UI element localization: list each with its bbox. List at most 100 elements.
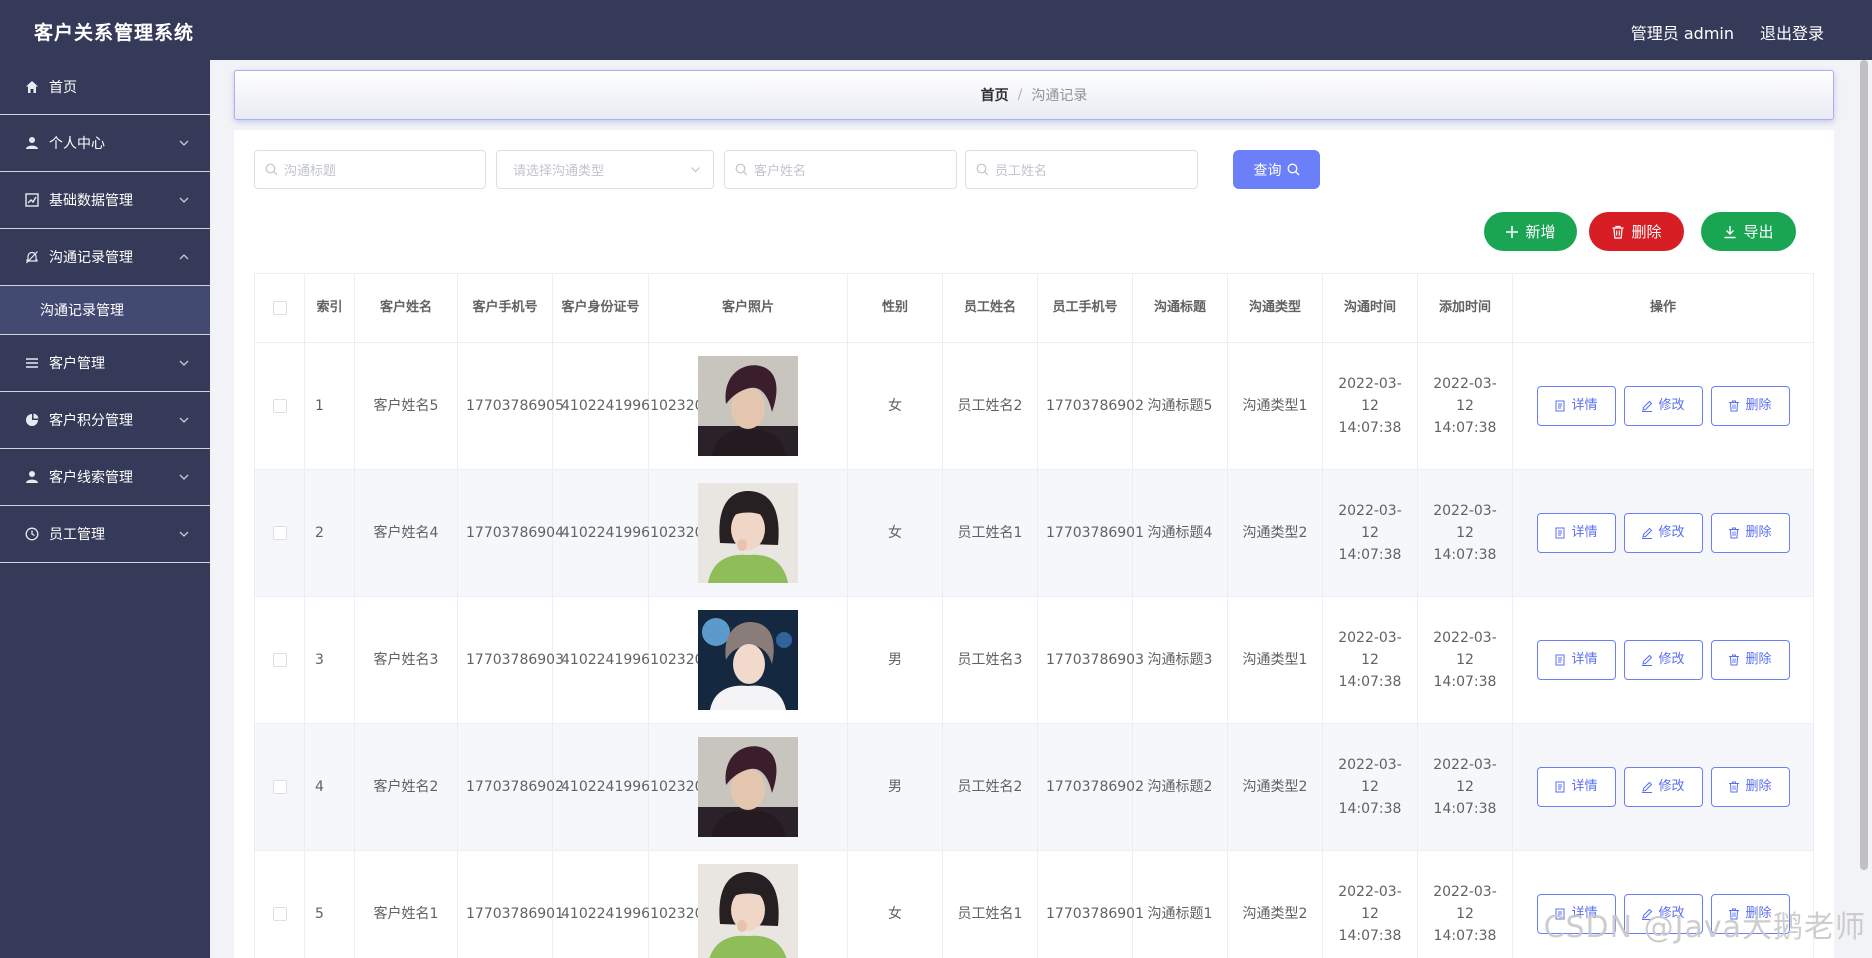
- select-all-cell: [254, 273, 305, 343]
- edit-button[interactable]: 修改: [1623, 640, 1703, 680]
- sidebar-item-label: 首页: [49, 80, 77, 96]
- cell-employee-name: 员工姓名1: [942, 469, 1038, 597]
- cell-type: 沟通类型2: [1227, 723, 1323, 851]
- row-checkbox[interactable]: [272, 399, 287, 413]
- sidebar-item-customer-points[interactable]: 客户积分管理: [0, 392, 210, 449]
- delete-button-label: 删除: [1745, 525, 1772, 540]
- row-select-cell: [254, 342, 305, 470]
- photo-person-blue-stage[interactable]: [698, 610, 798, 710]
- delete-button-label: 删除: [1745, 652, 1772, 667]
- sidebar-item-personal-center[interactable]: 个人中心: [0, 115, 210, 172]
- trash-icon: [1729, 527, 1740, 539]
- cell-comm-time: 2022-03-12 14:07:38: [1322, 342, 1418, 470]
- vertical-scrollbar[interactable]: [1860, 60, 1868, 870]
- current-user: 管理员 admin: [1630, 24, 1734, 43]
- cell-topic: 沟通标题2: [1132, 723, 1228, 851]
- delete-button[interactable]: 删除: [1710, 767, 1790, 807]
- detail-button[interactable]: 详情: [1536, 513, 1616, 553]
- detail-button[interactable]: 详情: [1536, 386, 1616, 426]
- export-button[interactable]: 导出: [1701, 212, 1796, 251]
- sidebar-item-communication[interactable]: 沟通记录管理: [0, 229, 210, 286]
- edit-button-label: 修改: [1658, 779, 1685, 794]
- cell-customer-id: 410224199610232005: [552, 342, 721, 470]
- cell-add-time: 2022-03-12 14:07:38: [1417, 723, 1513, 851]
- photo-man-dark-hair[interactable]: [698, 737, 798, 837]
- row-checkbox[interactable]: [272, 653, 287, 667]
- logout-link[interactable]: 退出登录: [1760, 20, 1824, 44]
- plus-icon: [1506, 225, 1519, 238]
- search-icon: [735, 163, 748, 176]
- cell-add-time: 2022-03-12 14:07:38: [1417, 596, 1513, 724]
- column-header: 性别: [847, 273, 943, 343]
- chevron-down-icon: [179, 417, 189, 423]
- breadcrumb: 首页 / 沟通记录: [234, 70, 1834, 120]
- column-header: 操作: [1512, 273, 1814, 343]
- row-checkbox[interactable]: [272, 780, 287, 794]
- edit-button[interactable]: 修改: [1623, 767, 1703, 807]
- cell-topic: 沟通标题4: [1132, 469, 1228, 597]
- edit-icon: [1642, 654, 1653, 666]
- cell-comm-time: 2022-03-12 14:07:38: [1322, 596, 1418, 724]
- cell-operations: 详情 修改 删除: [1512, 723, 1814, 851]
- sidebar-item-customer[interactable]: 客户管理: [0, 335, 210, 392]
- cell-type: 沟通类型1: [1227, 342, 1323, 470]
- bell-off-icon: [24, 249, 40, 265]
- row-checkbox[interactable]: [272, 907, 287, 921]
- add-button[interactable]: 新增: [1484, 212, 1577, 251]
- sidebar-item-label: 员工管理: [49, 527, 105, 543]
- download-icon: [1724, 225, 1736, 238]
- photo-woman-green-sweater[interactable]: [698, 483, 798, 583]
- customer-search-placeholder: 客户姓名: [754, 164, 807, 179]
- edit-button[interactable]: 修改: [1623, 513, 1703, 553]
- edit-button-label: 修改: [1658, 652, 1685, 667]
- clock-icon: [24, 526, 40, 542]
- detail-button[interactable]: 详情: [1536, 767, 1616, 807]
- type-select-placeholder: 请选择沟通类型: [513, 164, 605, 179]
- query-button-label: 查询: [1253, 162, 1282, 179]
- edit-icon: [1642, 781, 1653, 793]
- column-header: 沟通标题: [1132, 273, 1228, 343]
- delete-button-label: 删除: [1745, 779, 1772, 794]
- cell-gender: 男: [847, 723, 943, 851]
- sidebar-item-label: 客户积分管理: [49, 413, 133, 429]
- type-select[interactable]: 请选择沟通类型: [496, 150, 714, 189]
- detail-button[interactable]: 详情: [1536, 640, 1616, 680]
- delete-button[interactable]: 删除: [1710, 386, 1790, 426]
- chevron-up-icon: [179, 254, 189, 260]
- cell-customer-name: 客户姓名2: [354, 723, 458, 851]
- table-row: 4 客户姓名2 17703786902 410224199610232002 男…: [254, 723, 1814, 851]
- delete-button[interactable]: 删除: [1710, 640, 1790, 680]
- edit-button-label: 修改: [1658, 525, 1685, 540]
- row-checkbox[interactable]: [272, 526, 287, 540]
- table-header-row: 索引 客户姓名 客户手机号 客户身份证号 客户照片 性别 员工姓名 员工手机号 …: [254, 273, 1814, 343]
- batch-delete-button-label: 删除: [1631, 223, 1662, 241]
- cell-customer-name: 客户姓名3: [354, 596, 458, 724]
- cell-add-time: 2022-03-12 14:07:38: [1417, 850, 1513, 958]
- cell-employee-name: 员工姓名1: [942, 850, 1038, 958]
- breadcrumb-home[interactable]: 首页: [981, 85, 1009, 105]
- edit-icon: [1642, 527, 1653, 539]
- cell-customer-photo: [648, 850, 848, 958]
- sidebar-item-home[interactable]: 首页: [0, 60, 210, 115]
- customer-search-input[interactable]: 客户姓名: [724, 150, 957, 189]
- title-search-input[interactable]: 沟通标题: [254, 150, 486, 189]
- photo-man-dark-hair[interactable]: [698, 356, 798, 456]
- row-select-cell: [254, 596, 305, 724]
- edit-button[interactable]: 修改: [1623, 386, 1703, 426]
- sidebar-item-employee[interactable]: 员工管理: [0, 506, 210, 563]
- select-all-checkbox[interactable]: [272, 300, 287, 315]
- query-button[interactable]: 查询: [1233, 150, 1320, 189]
- list-icon: [24, 355, 40, 371]
- submenu-item-communication-records[interactable]: 沟通记录管理: [0, 286, 210, 335]
- employee-search-input[interactable]: 员工姓名: [965, 150, 1198, 189]
- table-row: 1 客户姓名5 17703786905 410224199610232005 女…: [254, 342, 1814, 470]
- document-icon: [1555, 527, 1565, 539]
- photo-woman-green-sweater[interactable]: [698, 864, 798, 958]
- home-icon: [24, 79, 40, 95]
- sidebar-item-customer-leads[interactable]: 客户线索管理: [0, 449, 210, 506]
- batch-delete-button[interactable]: 删除: [1589, 212, 1684, 251]
- sidebar-item-basic-data[interactable]: 基础数据管理: [0, 172, 210, 229]
- user-icon: [24, 469, 40, 485]
- delete-button[interactable]: 删除: [1710, 513, 1790, 553]
- records-table: 索引 客户姓名 客户手机号 客户身份证号 客户照片 性别 员工姓名 员工手机号 …: [254, 273, 1814, 958]
